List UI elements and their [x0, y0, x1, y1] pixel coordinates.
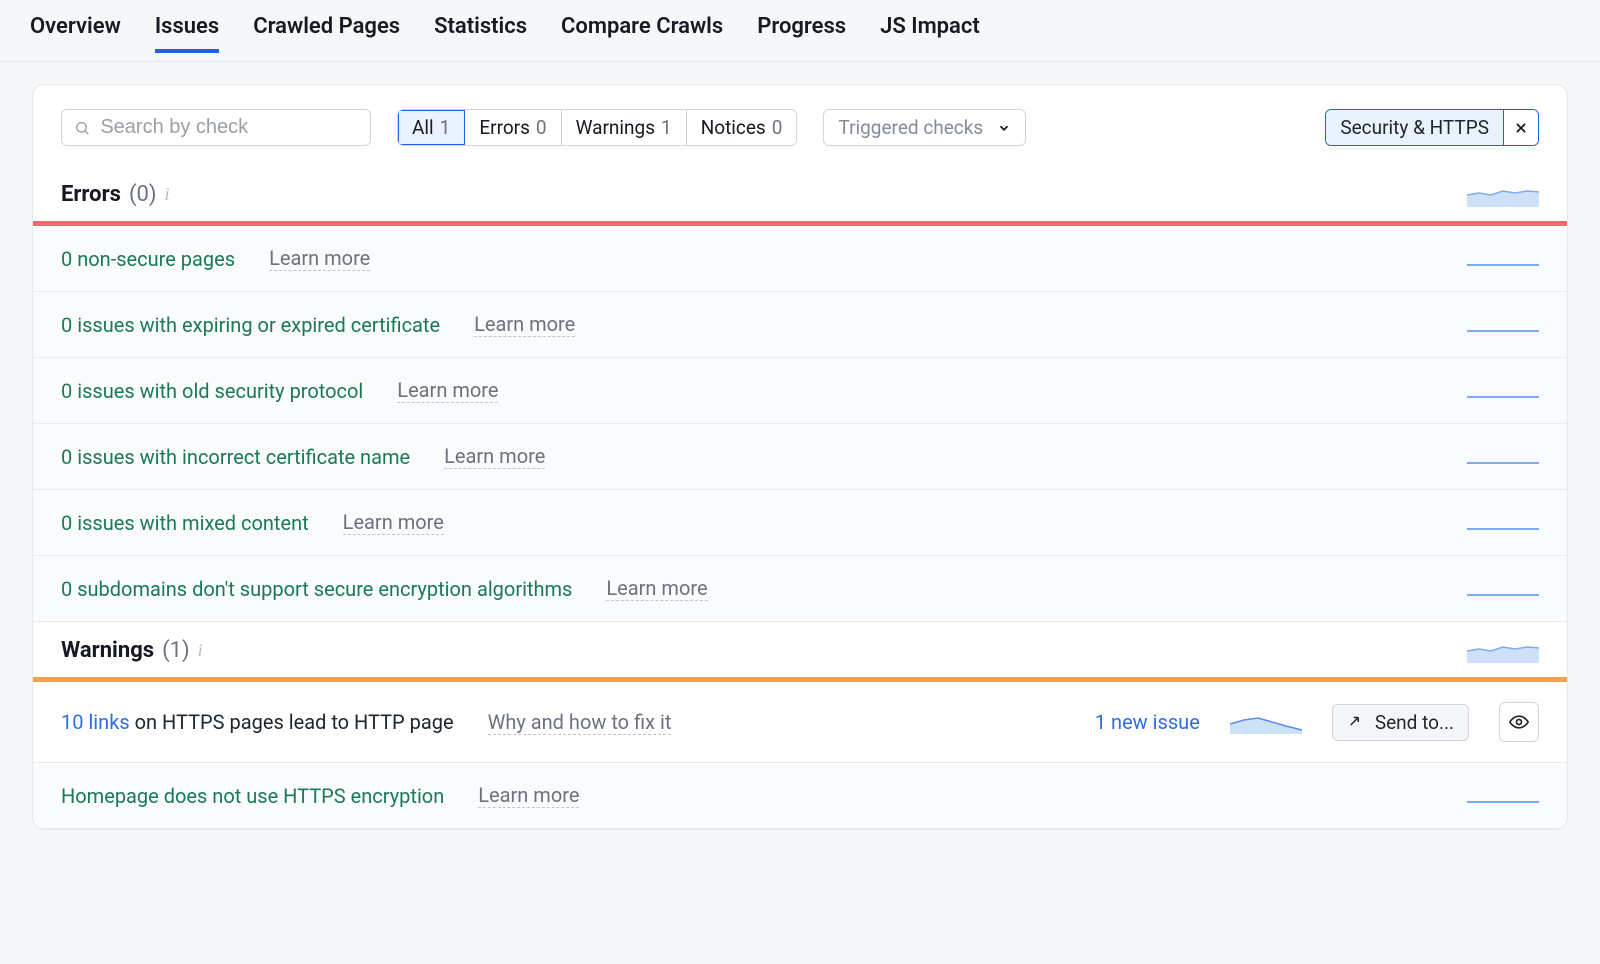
learn-more-link[interactable]: Learn more — [474, 312, 575, 337]
tab-compare-crawls[interactable]: Compare Crawls — [561, 14, 723, 53]
issue-text: 10 links on HTTPS pages lead to HTTP pag… — [61, 710, 454, 734]
section-errors-count: (0) — [129, 182, 157, 207]
learn-more-link[interactable]: Learn more — [606, 576, 707, 601]
section-warnings-count: (1) — [162, 638, 190, 663]
filter-bar: All 1 Errors 0 Warnings 1 Notices 0 Trig… — [33, 85, 1567, 166]
filter-all-label: All — [412, 116, 434, 139]
sparkline-errors-header — [1467, 183, 1539, 207]
tab-issues[interactable]: Issues — [155, 14, 219, 53]
search-input[interactable] — [100, 116, 358, 139]
issue-row[interactable]: Homepage does not use HTTPS encryption L… — [33, 763, 1567, 829]
issue-text: 0 issues with incorrect certificate name — [61, 445, 410, 469]
issue-row[interactable]: 0 issues with expiring or expired certif… — [33, 292, 1567, 358]
chip-remove[interactable] — [1503, 110, 1538, 145]
send-to-button[interactable]: Send to... — [1332, 704, 1469, 741]
section-errors-header: Errors (0) i — [33, 166, 1567, 221]
sparkline — [1467, 528, 1539, 530]
issue-text: 0 non-secure pages — [61, 247, 235, 271]
why-fix-link[interactable]: Why and how to fix it — [488, 710, 672, 735]
info-icon[interactable]: i — [198, 640, 203, 661]
chip-label: Security & HTTPS — [1326, 110, 1503, 145]
sparkline — [1467, 594, 1539, 596]
sparkline-warnings-header — [1467, 639, 1539, 663]
filter-notices-count: 0 — [772, 116, 783, 139]
issues-panel: All 1 Errors 0 Warnings 1 Notices 0 Trig… — [32, 84, 1568, 830]
learn-more-link[interactable]: Learn more — [269, 246, 370, 271]
filter-errors-count: 0 — [536, 116, 547, 139]
section-warnings-header: Warnings (1) i — [33, 622, 1567, 677]
category-chip: Security & HTTPS — [1325, 109, 1539, 146]
sparkline — [1467, 462, 1539, 464]
filter-notices[interactable]: Notices 0 — [687, 110, 797, 145]
view-button[interactable] — [1499, 702, 1539, 742]
learn-more-link[interactable]: Learn more — [478, 783, 579, 808]
tab-overview[interactable]: Overview — [30, 14, 121, 53]
issue-row[interactable]: 10 links on HTTPS pages lead to HTTP pag… — [33, 682, 1567, 763]
filter-notices-label: Notices — [701, 116, 766, 139]
learn-more-link[interactable]: Learn more — [444, 444, 545, 469]
issue-link-count[interactable]: 10 links — [61, 710, 130, 734]
issue-row[interactable]: 0 issues with incorrect certificate name… — [33, 424, 1567, 490]
eye-icon — [1509, 712, 1529, 732]
share-icon — [1347, 713, 1365, 731]
section-errors-title: Errors — [61, 182, 121, 207]
issue-link-rest: on HTTPS pages lead to HTTP page — [130, 710, 454, 734]
severity-filter: All 1 Errors 0 Warnings 1 Notices 0 — [397, 109, 797, 146]
triggered-checks-dropdown[interactable]: Triggered checks — [823, 109, 1026, 146]
issue-row[interactable]: 0 non-secure pages Learn more — [33, 226, 1567, 292]
sparkline — [1230, 710, 1302, 734]
tab-js-impact[interactable]: JS Impact — [880, 14, 980, 53]
issue-row[interactable]: 0 issues with old security protocol Lear… — [33, 358, 1567, 424]
chevron-down-icon — [997, 121, 1011, 135]
filter-warnings-label: Warnings — [576, 116, 655, 139]
send-to-label: Send to... — [1375, 711, 1454, 734]
sparkline — [1467, 396, 1539, 398]
filter-all-count: 1 — [440, 116, 451, 139]
filter-all[interactable]: All 1 — [398, 110, 465, 145]
learn-more-link[interactable]: Learn more — [343, 510, 444, 535]
issue-text: 0 subdomains don't support secure encryp… — [61, 577, 572, 601]
issue-text: 0 issues with old security protocol — [61, 379, 363, 403]
issue-row[interactable]: 0 issues with mixed content Learn more — [33, 490, 1567, 556]
dropdown-label: Triggered checks — [838, 116, 983, 139]
search-input-wrapper[interactable] — [61, 109, 371, 146]
issue-row[interactable]: 0 subdomains don't support secure encryp… — [33, 556, 1567, 622]
sparkline — [1467, 330, 1539, 332]
sparkline — [1467, 264, 1539, 266]
issue-text: 0 issues with mixed content — [61, 511, 309, 535]
tab-progress[interactable]: Progress — [757, 14, 846, 53]
learn-more-link[interactable]: Learn more — [397, 378, 498, 403]
filter-errors[interactable]: Errors 0 — [465, 110, 561, 145]
filter-warnings[interactable]: Warnings 1 — [562, 110, 687, 145]
top-tabs: Overview Issues Crawled Pages Statistics… — [0, 0, 1600, 62]
issue-text: 0 issues with expiring or expired certif… — [61, 313, 440, 337]
tab-crawled-pages[interactable]: Crawled Pages — [253, 14, 400, 53]
info-icon[interactable]: i — [165, 184, 170, 205]
filter-errors-label: Errors — [479, 116, 530, 139]
close-icon — [1514, 121, 1528, 135]
section-warnings-title: Warnings — [61, 638, 154, 663]
tab-statistics[interactable]: Statistics — [434, 14, 527, 53]
issue-text: Homepage does not use HTTPS encryption — [61, 784, 444, 808]
search-icon — [74, 119, 90, 137]
filter-warnings-count: 1 — [661, 116, 672, 139]
sparkline — [1467, 801, 1539, 803]
new-issue-badge[interactable]: 1 new issue — [1095, 710, 1200, 734]
